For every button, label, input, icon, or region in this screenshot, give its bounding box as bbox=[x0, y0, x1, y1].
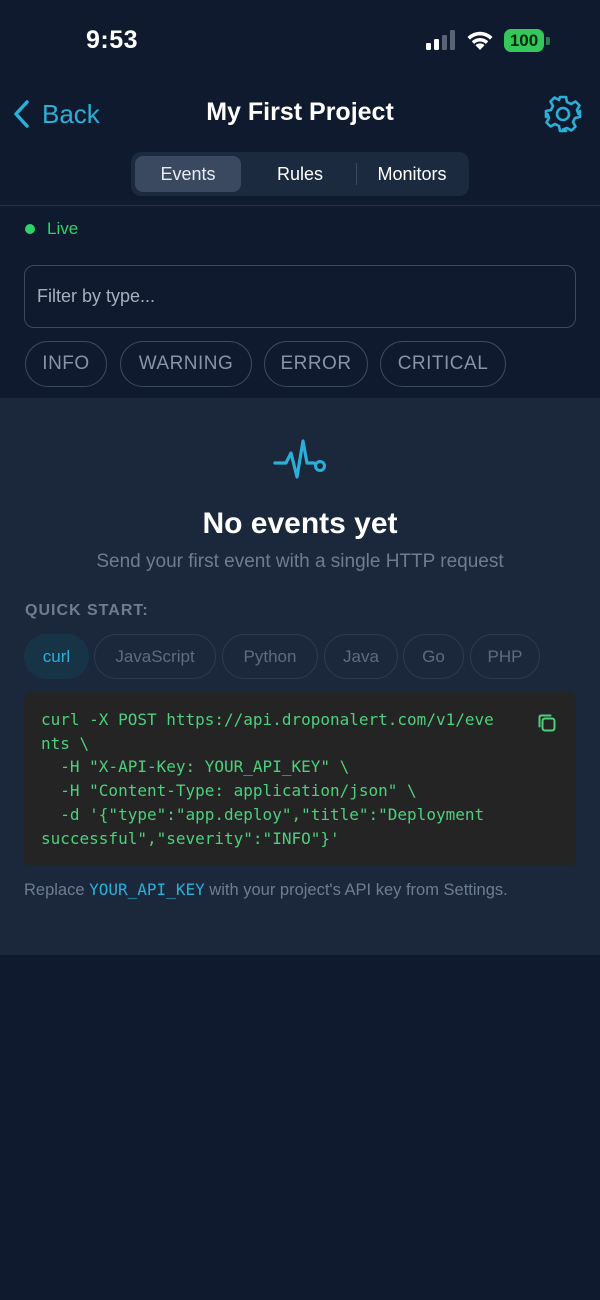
signal-icon bbox=[426, 30, 455, 50]
back-button[interactable]: Back bbox=[10, 94, 100, 134]
gear-icon[interactable] bbox=[543, 94, 583, 134]
back-label: Back bbox=[42, 98, 100, 129]
tab-monitors[interactable]: Monitors bbox=[359, 156, 465, 192]
activity-pulse-icon bbox=[273, 439, 326, 479]
lang-tab-go[interactable]: Go bbox=[403, 634, 464, 679]
api-key-placeholder: YOUR_API_KEY bbox=[89, 880, 205, 899]
lang-tab-java[interactable]: Java bbox=[324, 634, 398, 679]
tab-rules[interactable]: Rules bbox=[245, 156, 355, 192]
header-divider bbox=[0, 205, 600, 206]
status-time: 9:53 bbox=[86, 26, 139, 54]
copy-icon[interactable] bbox=[536, 712, 558, 734]
code-snippet[interactable]: curl -X POST https://api.droponalert.com… bbox=[41, 708, 531, 850]
wifi-icon bbox=[467, 31, 493, 50]
tab-bar: Events Rules Monitors bbox=[131, 152, 469, 196]
tab-divider bbox=[356, 163, 357, 185]
chip-error[interactable]: ERROR bbox=[264, 341, 368, 387]
chip-warning[interactable]: WARNING bbox=[120, 341, 252, 387]
filter-input[interactable] bbox=[24, 265, 576, 328]
chip-critical[interactable]: CRITICAL bbox=[380, 341, 506, 387]
chip-info[interactable]: INFO bbox=[25, 341, 107, 387]
empty-state-title: No events yet bbox=[202, 507, 398, 540]
battery-cap bbox=[546, 37, 550, 45]
quick-start-label: QUICK START: bbox=[25, 602, 149, 619]
lang-tab-python[interactable]: Python bbox=[222, 634, 318, 679]
lang-tab-javascript[interactable]: JavaScript bbox=[94, 634, 216, 679]
api-key-note-prefix: Replace bbox=[24, 881, 90, 899]
api-key-note-suffix: with your project's API key from Setting… bbox=[204, 881, 508, 899]
lang-tab-php[interactable]: PHP bbox=[470, 634, 540, 679]
empty-state-subtitle: Send your first event with a single HTTP… bbox=[96, 551, 504, 572]
chevron-left-icon bbox=[14, 100, 29, 128]
live-indicator-dot bbox=[25, 224, 35, 234]
lang-tab-curl[interactable]: curl bbox=[24, 634, 89, 679]
battery-icon: 100 bbox=[504, 29, 550, 52]
battery-level: 100 bbox=[509, 31, 539, 50]
api-key-note: Replace YOUR_API_KEY with your project's… bbox=[24, 880, 584, 900]
tab-events[interactable]: Events bbox=[135, 156, 241, 192]
status-bar: 9:53 100 bbox=[0, 0, 600, 82]
live-label: Live bbox=[47, 219, 79, 238]
